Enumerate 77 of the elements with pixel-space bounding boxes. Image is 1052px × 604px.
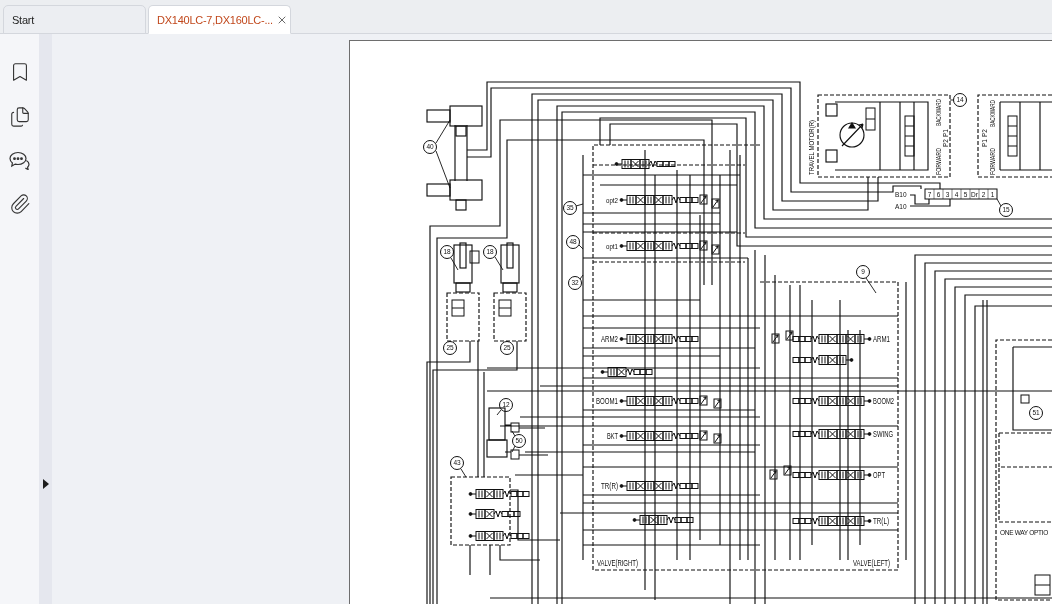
cylinder-icon [486,407,508,458]
spool-valve-icon [468,509,521,519]
spool-valve-icon [619,396,699,406]
relief-valve-icon [699,395,708,406]
leader-line [460,468,467,478]
valve-title: VALVE(RIGHT) [597,558,659,568]
leader-line [450,257,459,271]
valve-symbol-icon [1034,574,1051,596]
valve-symbol-icon [451,299,465,317]
relief-valve-icon [699,240,708,251]
relief-valve-icon [783,465,792,476]
leader-line [996,198,1002,207]
spool-valve-icon [792,334,872,344]
spool-valve-icon [632,515,694,525]
paperclip-icon[interactable] [8,193,31,215]
valve-title: VALVE(LEFT) [853,558,909,568]
spool-label: ARM2 [601,334,625,344]
valve-symbol-icon [510,422,520,433]
spool-valve-icon [600,367,653,377]
spool-valve-icon [619,241,699,251]
leader-line [949,99,954,101]
caret-icon[interactable] [42,479,49,489]
spool-valve-icon [619,431,699,441]
spool-valve-icon [792,429,872,439]
spool-valve-icon [792,470,872,480]
valve-symbol-icon [498,299,512,317]
valve-symbol-icon [904,115,915,157]
spool-valve-icon [619,195,699,205]
leader-line [494,256,504,271]
leader-line [579,274,584,280]
cylinder-icon [426,105,483,137]
spool-valve-icon [468,489,530,499]
spool-label: BKT [607,431,624,441]
valve-symbol-icon [469,250,480,264]
spool-label: TR(R) [601,481,625,491]
motor-icon [825,103,865,163]
leader-line [575,203,584,207]
relief-valve-icon [785,330,794,341]
leader-line [511,445,516,453]
spool-valve-icon [619,334,699,344]
leader-line [435,150,451,189]
spool-valve-icon [792,516,872,526]
relief-valve-icon [711,198,720,209]
valve-symbol-icon [1020,394,1030,404]
spool-valve-icon [792,355,854,365]
comment-icon[interactable] [9,151,30,170]
cylinder-icon [453,242,473,293]
spool-valve-icon [468,531,530,541]
relief-valve-icon [769,469,778,480]
leader-line [496,409,502,416]
leader-line [865,277,877,294]
valve-symbol-icon [1007,115,1018,157]
leader-line [435,119,451,144]
leader-line [578,244,584,250]
spool-label: BOOM1 [596,396,627,406]
spool-label: SWING [873,429,902,439]
cylinder-icon [500,242,520,293]
document-tab[interactable]: DX140LC-7,DX160LC-... [148,5,291,34]
spool-valve-icon [792,396,872,406]
spool-valve-icon [619,481,699,491]
valve-symbol-icon [865,107,876,131]
spool-valve-icon [614,159,676,169]
relief-valve-icon [771,333,780,344]
spool-label: OPT [873,470,891,480]
spool-label: ARM1 [873,334,897,344]
relief-valve-icon [711,244,720,255]
cylinder-icon [426,179,483,211]
relief-valve-icon [713,433,722,444]
valve-symbol-icon [510,449,520,460]
pages-icon[interactable] [8,106,31,128]
relief-valve-icon [699,430,708,441]
spool-label: TR(L) [873,516,895,526]
spool-label: BOOM2 [873,396,904,406]
relief-valve-icon [713,398,722,409]
document-tab[interactable]: Start [3,5,146,34]
relief-valve-icon [699,194,708,205]
leader-line [511,430,516,437]
